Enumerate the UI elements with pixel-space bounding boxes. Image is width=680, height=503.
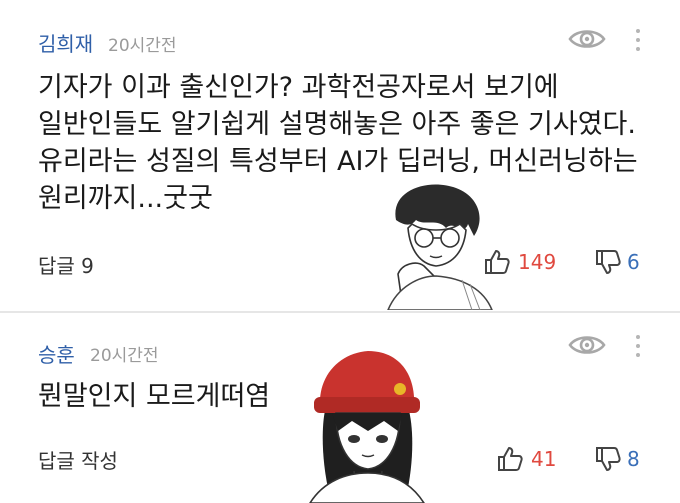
like-count: 41 <box>531 447 557 471</box>
comment-line: 기자가 이과 출신인가? 과학전공자로서 보기에 <box>38 72 559 103</box>
more-options-icon[interactable] <box>633 27 643 53</box>
comment-line: 원리까지...굿굿 <box>38 183 213 214</box>
reply-button[interactable]: 답글 작성 <box>38 445 118 474</box>
comment-time: 20시간전 <box>108 36 177 56</box>
thumb-down-icon[interactable] <box>594 248 622 276</box>
thumb-up-icon[interactable] <box>496 445 524 473</box>
comment-item: 김희재 20시간전 기자가 이과 출신인가? 과학전공자로서 보기에 일반인들도… <box>0 0 680 313</box>
reply-button[interactable]: 답글 9 <box>38 250 94 279</box>
comment-author[interactable]: 김희재 <box>38 28 93 57</box>
dislike-count: 6 <box>627 250 640 274</box>
eye-icon[interactable] <box>568 27 606 51</box>
comment-item: 승훈 20시간전 뭔말인지 모르게떠염 답글 작성 41 8 <box>0 313 680 503</box>
comment-line: 유리라는 성질의 특성부터 AI가 딥러닝, 머신러닝하는 <box>38 146 638 177</box>
more-options-icon[interactable] <box>633 333 643 359</box>
comment-author[interactable]: 승훈 <box>38 339 75 368</box>
eye-icon[interactable] <box>568 333 606 357</box>
like-count: 149 <box>518 250 557 274</box>
comment-text: 뭔말인지 모르게떠염 <box>38 378 270 415</box>
character-illustration <box>309 351 425 503</box>
thumb-up-icon[interactable] <box>483 248 511 276</box>
thumb-down-icon[interactable] <box>594 445 622 473</box>
comment-time: 20시간전 <box>90 346 159 366</box>
comment-line: 뭔말인지 모르게떠염 <box>38 381 271 412</box>
comment-line: 일반인들도 알기쉽게 설명해놓은 아주 좋은 기사였다. <box>38 109 636 140</box>
comment-text: 기자가 이과 출신인가? 과학전공자로서 보기에 일반인들도 알기쉽게 설명해놓… <box>38 69 638 217</box>
dislike-count: 8 <box>627 447 640 471</box>
